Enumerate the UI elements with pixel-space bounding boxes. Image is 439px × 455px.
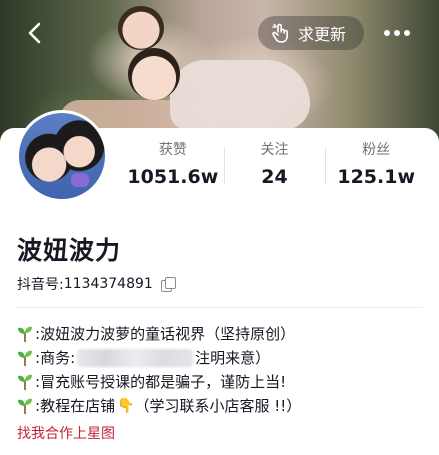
stat-followers[interactable]: 粉丝 125.1w xyxy=(325,140,427,190)
divider xyxy=(16,307,423,308)
back-icon[interactable] xyxy=(22,20,48,46)
request-update-label: 求更新 xyxy=(298,25,347,44)
copy-icon[interactable] xyxy=(160,277,176,292)
sprout-icon xyxy=(18,374,32,390)
sprout-icon xyxy=(18,398,32,414)
finger-icon xyxy=(272,23,288,43)
stat-following[interactable]: 关注 24 xyxy=(223,140,326,190)
stat-value: 24 xyxy=(261,166,288,188)
request-update-button[interactable]: 求更新 xyxy=(258,16,364,50)
stat-label: 关注 xyxy=(260,142,289,158)
stat-label: 粉丝 xyxy=(362,142,391,158)
bio-line: : 教程在店铺 👇 （学习联系小店客服 !!） xyxy=(17,394,301,418)
more-icon[interactable] xyxy=(384,30,410,38)
profile-name: 波妞波力 xyxy=(17,236,122,265)
douyin-id-row: 抖音号: 1134374891 xyxy=(17,274,176,294)
redacted-contact xyxy=(77,349,194,367)
sprout-icon xyxy=(18,350,32,366)
star-cooperation-link[interactable]: 找我合作上星图 xyxy=(17,423,115,443)
stat-label: 获赞 xyxy=(158,142,187,158)
sprout-icon xyxy=(18,326,32,342)
bio: : 波妞波力波萝的童话视界（坚持原创） : 商务: 注明来意） : 冒充账号授课… xyxy=(17,322,301,418)
bio-line: : 冒充账号授课的都是骗子，谨防上当! xyxy=(17,370,301,394)
stat-likes[interactable]: 获赞 1051.6w xyxy=(122,140,224,190)
avatar[interactable] xyxy=(16,110,108,202)
id-value: 1134374891 xyxy=(63,276,153,292)
id-label: 抖音号: xyxy=(17,277,64,293)
pointing-down-emoji: 👇 xyxy=(117,398,135,414)
stat-value: 125.1w xyxy=(337,166,415,188)
bio-line: : 商务: 注明来意） xyxy=(17,346,301,370)
bio-line: : 波妞波力波萝的童话视界（坚持原创） xyxy=(17,322,301,346)
stat-value: 1051.6w xyxy=(127,166,219,188)
stats-bar: 获赞 1051.6w 关注 24 粉丝 125.1w xyxy=(122,140,427,190)
